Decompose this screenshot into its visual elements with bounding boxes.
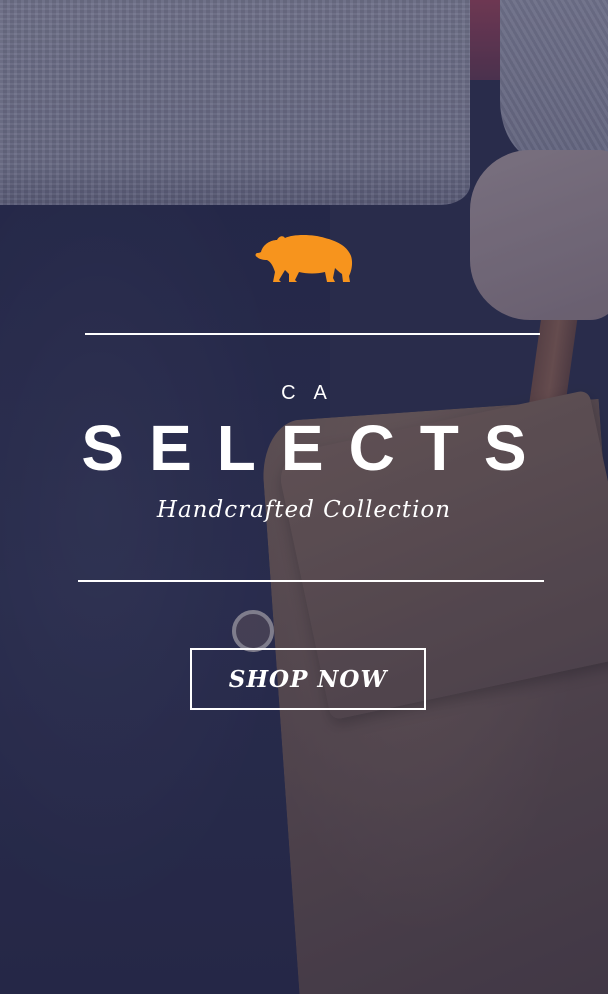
hero-subtitle: Handcrafted Collection: [156, 497, 452, 523]
hero-title: SELECTS: [81, 412, 552, 484]
hero-banner: CA SELECTS Handcrafted Collection SHOP N…: [0, 0, 608, 994]
shop-now-button[interactable]: SHOP NOW: [190, 648, 426, 710]
divider-top: [85, 333, 540, 335]
hero-eyebrow: CA: [281, 382, 345, 404]
bear-icon: [255, 235, 353, 282]
divider-bottom: [78, 580, 544, 582]
